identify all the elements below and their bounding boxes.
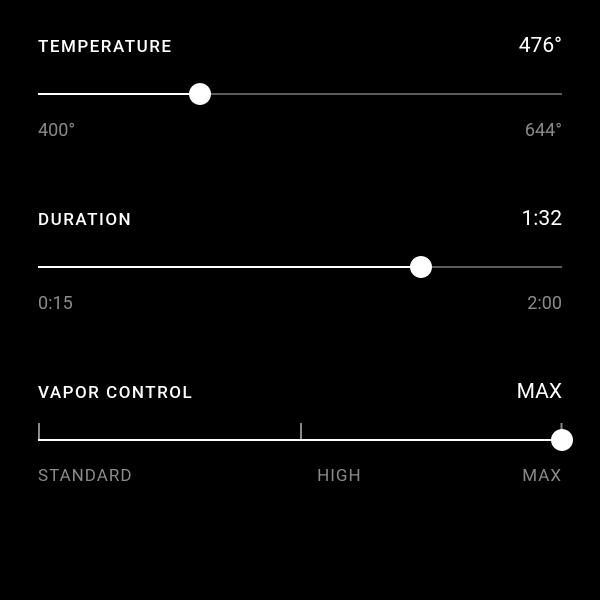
duration-fill <box>38 266 421 268</box>
vapor-tick-label-max: MAX <box>522 466 562 486</box>
temperature-slider[interactable] <box>38 84 562 104</box>
vapor-label: VAPOR CONTROL <box>38 383 193 403</box>
duration-range: 0:15 2:00 <box>38 293 562 314</box>
duration-min: 0:15 <box>38 293 73 314</box>
temperature-thumb[interactable] <box>189 83 211 105</box>
vapor-slider[interactable] <box>38 430 562 450</box>
vapor-value: MAX <box>517 380 562 404</box>
duration-thumb[interactable] <box>410 256 432 278</box>
temperature-max: 644° <box>525 120 562 141</box>
vapor-header: VAPOR CONTROL MAX <box>38 380 562 404</box>
temperature-track <box>38 93 562 95</box>
vapor-fill <box>38 439 562 441</box>
vapor-tick-label-high: HIGH <box>317 466 361 486</box>
temperature-value: 476° <box>519 34 562 58</box>
temperature-header: TEMPERATURE 476° <box>38 34 562 58</box>
temperature-fill <box>38 93 200 95</box>
vapor-tick-label-standard: STANDARD <box>38 466 133 486</box>
temperature-slider-group: TEMPERATURE 476° 400° 644° <box>38 34 562 141</box>
vapor-tick-high <box>300 423 302 439</box>
temperature-label: TEMPERATURE <box>38 37 173 57</box>
temperature-range: 400° 644° <box>38 120 562 141</box>
duration-label: DURATION <box>38 210 132 230</box>
duration-track <box>38 266 562 268</box>
duration-slider-group: DURATION 1:32 0:15 2:00 <box>38 207 562 314</box>
duration-value: 1:32 <box>522 207 563 231</box>
vapor-thumb[interactable] <box>551 429 573 451</box>
vapor-tick-labels: STANDARD HIGH MAX <box>38 466 562 486</box>
vapor-track <box>38 439 562 441</box>
vapor-slider-group: VAPOR CONTROL MAX STANDARD HIGH MAX <box>38 380 562 486</box>
duration-max: 2:00 <box>527 293 562 314</box>
duration-header: DURATION 1:32 <box>38 207 562 231</box>
temperature-min: 400° <box>38 120 75 141</box>
vapor-tick-standard <box>38 423 40 439</box>
duration-slider[interactable] <box>38 257 562 277</box>
